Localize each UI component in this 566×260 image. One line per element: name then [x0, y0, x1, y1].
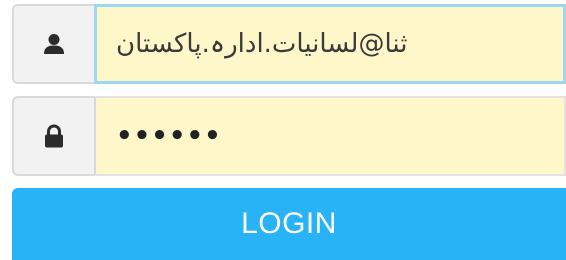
- password-field[interactable]: ••••••: [94, 96, 566, 176]
- username-value: ثنا@لسانیات.ادارہ.پاکستان: [116, 29, 408, 59]
- login-button[interactable]: LOGIN: [12, 188, 566, 260]
- password-addon: [12, 96, 94, 176]
- username-field[interactable]: ثنا@لسانیات.ادارہ.پاکستان: [94, 4, 566, 84]
- user-icon: [43, 33, 65, 55]
- password-row: ••••••: [12, 96, 566, 176]
- username-row: ثنا@لسانیات.ادارہ.پاکستان: [12, 4, 566, 84]
- username-addon: [12, 4, 94, 84]
- password-masked-value: ••••••: [116, 121, 222, 151]
- lock-icon: [44, 124, 64, 148]
